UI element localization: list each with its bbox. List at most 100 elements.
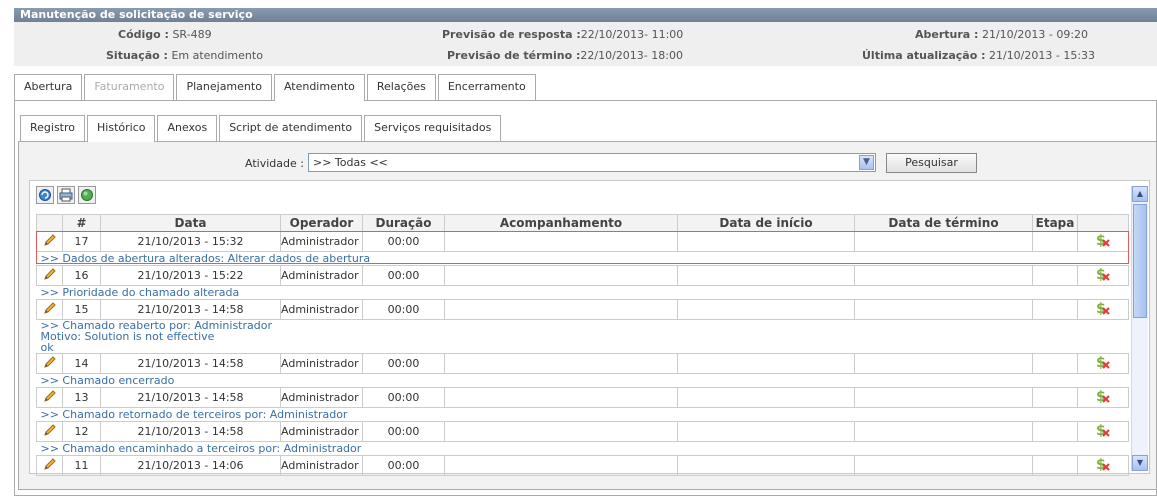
col-operador[interactable]: Operador	[280, 214, 363, 232]
dollar-cancel-icon[interactable]: $	[1077, 387, 1129, 408]
row-operador: Administrador	[280, 353, 363, 374]
col-num[interactable]: #	[62, 214, 101, 232]
row-detail: >> Chamado reaberto por: Administrador Mo…	[36, 319, 1129, 354]
row-detail-line: >> Chamado encaminhado a terceiros por: …	[40, 442, 362, 455]
tab-anexos[interactable]: Anexos	[157, 115, 218, 141]
tab-abertura[interactable]: Abertura	[14, 74, 83, 100]
ultima-atualizacao-value: 21/10/2013 - 15:33	[988, 49, 1096, 62]
abertura-field: Abertura : 21/10/2013 - 09:20	[915, 28, 1088, 41]
table-row[interactable]: 15 21/10/2013 - 14:58 Administrador 00:00 $	[36, 299, 1129, 320]
refresh-icon[interactable]	[36, 186, 54, 204]
atividade-select[interactable]: >> Todas << ▼	[308, 153, 876, 172]
row-acompanhamento	[444, 387, 678, 408]
row-detail: >> Chamado retornado de terceiros por: A…	[36, 407, 1129, 422]
tab-encerramento[interactable]: Encerramento	[437, 74, 536, 100]
scroll-thumb[interactable]	[1133, 204, 1147, 318]
col-data-inicio[interactable]: Data de início	[677, 214, 855, 232]
tab-registro[interactable]: Registro	[20, 115, 86, 141]
table-row[interactable]: 13 21/10/2013 - 14:58 Administrador 00:00 $	[36, 387, 1129, 408]
table-row[interactable]: 14 21/10/2013 - 14:58 Administrador 00:00 $	[36, 353, 1129, 374]
edit-pencil-icon[interactable]	[36, 265, 63, 286]
edit-pencil-icon[interactable]	[36, 299, 63, 320]
row-etapa	[1032, 387, 1078, 408]
tab-historico[interactable]: Histórico	[87, 115, 156, 142]
table-row[interactable]: 12 21/10/2013 - 14:58 Administrador 00:00 $	[36, 421, 1129, 442]
row-num: 15	[62, 299, 101, 320]
row-etapa	[1032, 455, 1078, 476]
row-detail-line: >> Prioridade do chamado alterada	[40, 286, 240, 299]
row-data: 21/10/2013 - 15:32	[100, 231, 281, 252]
row-data: 21/10/2013 - 14:58	[100, 353, 281, 374]
dollar-cancel-icon[interactable]: $	[1077, 265, 1129, 286]
ultima-atualizacao-field: Última atualização : 21/10/2013 - 15:33	[862, 49, 1095, 62]
row-etapa	[1032, 299, 1078, 320]
print-icon[interactable]	[57, 186, 75, 204]
previsao-termino-label: Previsão de término :	[447, 49, 581, 62]
edit-pencil-icon[interactable]	[36, 353, 63, 374]
table-row-detail: >> Prioridade do chamado alterada	[36, 285, 1129, 300]
row-data: 21/10/2013 - 14:58	[100, 387, 281, 408]
edit-pencil-icon[interactable]	[36, 455, 63, 476]
row-duracao: 00:00	[362, 299, 445, 320]
tab-script-atendimento[interactable]: Script de atendimento	[219, 115, 363, 141]
col-duracao[interactable]: Duração	[362, 214, 445, 232]
dollar-cancel-icon[interactable]: $	[1077, 353, 1129, 374]
row-data-inicio	[677, 455, 855, 476]
dollar-cancel-icon[interactable]: $	[1077, 455, 1129, 476]
edit-pencil-icon[interactable]	[36, 231, 63, 252]
row-data: 21/10/2013 - 14:58	[100, 299, 281, 320]
row-data-inicio	[677, 231, 855, 252]
table-row-detail: >> Dados de abertura alterados: Alterar …	[36, 251, 1129, 266]
row-data-termino	[854, 387, 1033, 408]
row-operador: Administrador	[280, 421, 363, 442]
scroll-up-icon[interactable]: ▲	[1132, 186, 1148, 202]
col-etapa[interactable]: Etapa	[1032, 214, 1078, 232]
col-data-termino[interactable]: Data de término	[854, 214, 1033, 232]
row-duracao: 00:00	[362, 231, 445, 252]
previsao-termino-value: 22/10/2013- 18:00	[580, 49, 683, 62]
atividade-select-value: >> Todas <<	[313, 156, 388, 169]
tab-atendimento[interactable]: Atendimento	[273, 74, 365, 101]
row-detail: >> Chamado encerrado	[36, 373, 1129, 388]
scroll-down-icon[interactable]: ▼	[1132, 455, 1148, 471]
row-detail-line: >> Chamado retornado de terceiros por: A…	[40, 408, 348, 421]
table-row[interactable]: 16 21/10/2013 - 15:22 Administrador 00:00 $	[36, 265, 1129, 286]
row-etapa	[1032, 421, 1078, 442]
codigo-field: Código : SR-489	[118, 28, 212, 41]
dollar-cancel-icon[interactable]: $	[1077, 421, 1129, 442]
row-data-inicio	[677, 387, 855, 408]
row-etapa	[1032, 353, 1078, 374]
row-operador: Administrador	[280, 265, 363, 286]
row-detail-line: >> Chamado encerrado	[40, 374, 175, 387]
table-row[interactable]: 17 21/10/2013 - 15:32 Administrador 00:00 $	[36, 231, 1129, 252]
row-num: 16	[62, 265, 101, 286]
col-acompanhamento[interactable]: Acompanhamento	[444, 214, 678, 232]
row-data-termino	[854, 455, 1033, 476]
table-row[interactable]: 11 21/10/2013 - 14:06 Administrador 00:00 $	[36, 455, 1129, 476]
dollar-cancel-icon[interactable]: $	[1077, 231, 1129, 252]
row-duracao: 00:00	[362, 353, 445, 374]
row-num: 11	[62, 455, 101, 476]
row-num: 13	[62, 387, 101, 408]
abertura-value: 21/10/2013 - 09:20	[981, 28, 1089, 41]
table-row-detail: >> Chamado encerrado	[36, 373, 1129, 388]
tab-servicos-requisitados[interactable]: Serviços requisitados	[364, 115, 502, 141]
row-data-termino	[854, 231, 1033, 252]
tab-relacoes[interactable]: Relações	[366, 74, 436, 100]
grid-toolbar	[36, 186, 96, 204]
row-num: 12	[62, 421, 101, 442]
situacao-field: Situação : Em atendimento	[106, 49, 263, 62]
row-acompanhamento	[444, 299, 678, 320]
row-data: 21/10/2013 - 15:22	[100, 265, 281, 286]
pesquisar-button[interactable]: Pesquisar	[886, 153, 977, 173]
edit-pencil-icon[interactable]	[36, 387, 63, 408]
dollar-cancel-icon[interactable]: $	[1077, 299, 1129, 320]
chevron-down-icon[interactable]: ▼	[859, 155, 874, 170]
history-table: # Data Operador Duração Acompanhamento D…	[36, 214, 1129, 476]
grid-scrollbar[interactable]: ▲ ▼	[1131, 186, 1148, 471]
tab-planejamento[interactable]: Planejamento	[176, 74, 272, 100]
globe-icon[interactable]	[78, 186, 96, 204]
col-data[interactable]: Data	[100, 214, 281, 232]
edit-pencil-icon[interactable]	[36, 421, 63, 442]
codigo-value: SR-489	[172, 28, 212, 41]
